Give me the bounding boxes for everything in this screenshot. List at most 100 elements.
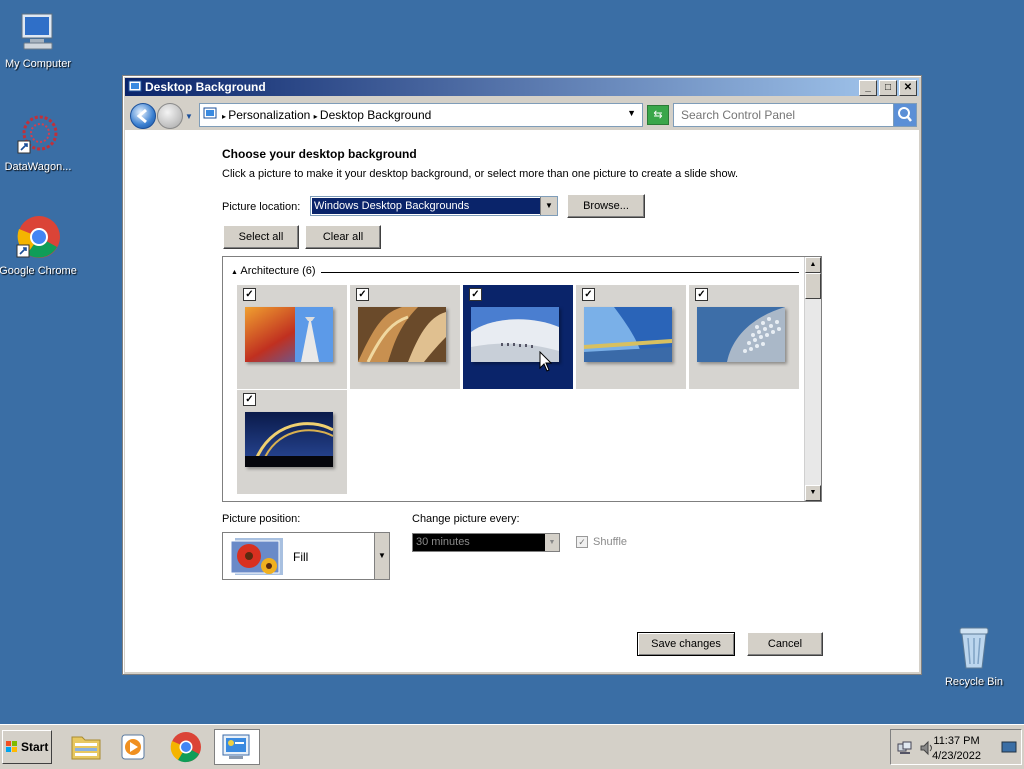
show-desktop-icon[interactable] [1001,741,1017,755]
picture-location-select[interactable]: Windows Desktop Backgrounds ▼ [310,196,558,216]
page-description: Click a picture to make it your desktop … [222,168,739,180]
desktop-icon-label: My Computer [4,58,72,70]
desktop-icon-recycle-bin[interactable]: Recycle Bin [932,624,1016,688]
computer-icon [21,13,53,50]
close-button[interactable]: ✕ [899,80,917,96]
navigation-bar: ▼ ▸ Personalization ▸ Desktop Background… [125,98,919,130]
fill-preview-icon [231,538,283,575]
search-button[interactable] [893,104,916,126]
chrome-icon [170,732,201,763]
gallery-scrollbar[interactable]: ▲ ▼ [804,257,821,501]
wallpaper-thumbnail-selected[interactable]: ✓ [463,285,573,389]
control-panel-icon [222,734,250,759]
thumbnail-checkbox[interactable]: ✓ [582,288,595,301]
chevron-down-icon[interactable]: ▼ [545,534,559,551]
forward-button[interactable] [157,103,183,129]
picture-location-value: Windows Desktop Backgrounds [312,198,540,214]
scroll-down-icon[interactable]: ▼ [805,485,821,501]
change-picture-label: Change picture every: [412,513,520,525]
scroll-up-icon[interactable]: ▲ [805,257,821,273]
folder-icon [71,736,101,760]
thumbnail-checkbox[interactable]: ✓ [356,288,369,301]
collapse-icon[interactable]: ▲ [231,269,238,276]
group-divider [321,272,799,273]
taskbar-media-player[interactable] [114,729,154,765]
desktop-background-window: Desktop Background _ □ ✕ ▼ ▸ Personaliza… [122,75,922,675]
thumbnail-checkbox[interactable]: ✓ [469,288,482,301]
page-title: Choose your desktop background [222,147,417,161]
wallpaper-image [245,412,333,467]
clock-time: 11:37 PM [933,735,980,747]
search-icon [898,107,912,122]
wallpaper-image [245,307,333,362]
wallpaper-image [584,307,672,362]
taskbar: Start 11:37 PM 4/23/2022 [0,724,1024,769]
picture-position-select[interactable]: Fill ▼ [222,532,390,580]
datawagon-icon [17,115,58,154]
wallpaper-thumbnail[interactable]: ✓ [689,285,799,389]
mouse-cursor-icon [539,351,553,372]
thumbnail-checkbox[interactable]: ✓ [695,288,708,301]
wallpaper-thumbnail[interactable]: ✓ [237,390,347,494]
taskbar-explorer[interactable] [66,729,106,765]
search-box[interactable] [673,103,917,127]
recycle-bin-icon [959,627,989,669]
back-button[interactable] [130,103,156,129]
desktop-icon-datawagon[interactable]: DataWagon... [0,113,80,173]
content-area: Choose your desktop background Click a p… [125,130,919,672]
clock-date: 4/23/2022 [932,750,981,762]
start-button[interactable]: Start [2,730,52,764]
wallpaper-image [697,307,785,362]
start-label: Start [21,740,49,754]
breadcrumb: ▸ Personalization ▸ Desktop Background [222,108,432,122]
back-arrow-icon [136,108,147,124]
desktop-icon-label: Google Chrome [0,265,77,277]
network-icon[interactable] [897,740,913,756]
window-title: Desktop Background [145,80,266,94]
clear-all-button[interactable]: Clear all [305,225,381,249]
chrome-icon [16,216,60,258]
wallpaper-gallery: ▲ Architecture (6) ✓ ✓ ✓ ✓ ✓ ✓ ▲ ▼ [222,256,822,502]
picture-position-value: Fill [293,550,309,564]
address-dropdown-icon[interactable]: ▼ [627,108,636,118]
chevron-down-icon[interactable]: ▼ [374,533,389,579]
search-input[interactable] [679,107,893,123]
group-header[interactable]: ▲ Architecture (6) [231,265,316,277]
picture-position-label: Picture position: [222,513,301,525]
change-picture-interval-select[interactable]: 30 minutes ▼ [412,533,560,552]
window-titlebar[interactable]: Desktop Background _ □ ✕ [125,78,919,96]
desktop-icon-label: DataWagon... [4,161,72,173]
desktop-icon-my-computer[interactable]: My Computer [0,10,80,70]
thumbnail-checkbox[interactable]: ✓ [243,393,256,406]
scroll-thumb[interactable] [805,273,821,299]
wallpaper-thumbnail[interactable]: ✓ [350,285,460,389]
system-tray: 11:37 PM 4/23/2022 [890,729,1022,765]
save-changes-button[interactable]: Save changes [637,632,735,656]
control-panel-icon [203,107,217,119]
minimize-button[interactable]: _ [859,80,877,96]
taskbar-chrome[interactable] [166,729,206,765]
wallpaper-thumbnail[interactable]: ✓ [237,285,347,389]
cancel-button[interactable]: Cancel [747,632,823,656]
select-all-button[interactable]: Select all [223,225,299,249]
refresh-button[interactable]: ⇆ [647,105,669,125]
shuffle-check-icon: ✓ [576,536,588,549]
shuffle-label: Shuffle [593,536,628,548]
breadcrumb-desktop-background[interactable]: Desktop Background [320,108,431,122]
maximize-button[interactable]: □ [879,80,897,96]
media-player-icon [121,734,145,760]
window-icon [128,80,142,92]
thumbnail-checkbox[interactable]: ✓ [243,288,256,301]
shuffle-checkbox[interactable]: ✓ Shuffle [576,536,628,549]
wallpaper-thumbnail[interactable]: ✓ [576,285,686,389]
browse-button[interactable]: Browse... [567,194,645,218]
desktop-icon-google-chrome[interactable]: Google Chrome [0,215,80,277]
clock[interactable]: 11:37 PM 4/23/2022 [932,734,981,764]
taskbar-control-panel[interactable] [214,729,260,765]
recent-pages-dropdown-icon[interactable]: ▼ [185,112,193,121]
windows-flag-icon [6,741,17,752]
chevron-down-icon[interactable]: ▼ [540,197,557,215]
breadcrumb-personalization[interactable]: Personalization [228,108,310,122]
picture-location-label: Picture location: [222,201,301,213]
address-bar[interactable]: ▸ Personalization ▸ Desktop Background ▼ [199,103,643,127]
